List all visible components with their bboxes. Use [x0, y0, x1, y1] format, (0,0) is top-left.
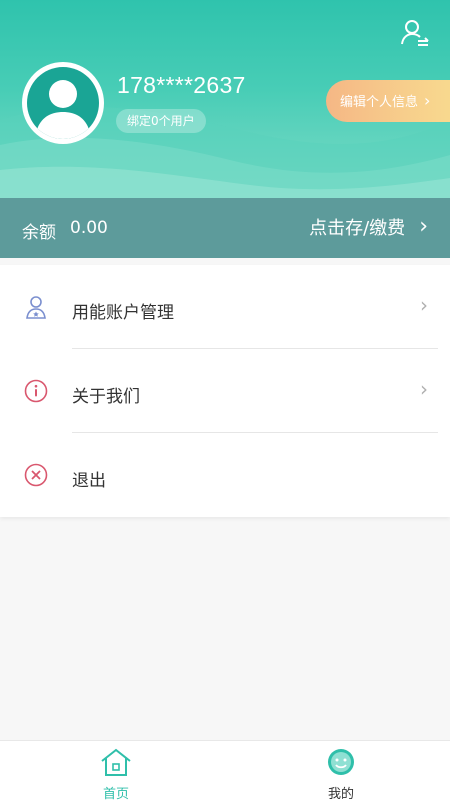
- chevron-right-icon: ›: [419, 214, 428, 239]
- bottom-tab-bar: 首页 我的: [0, 740, 450, 800]
- recharge-label: 点击存/缴费: [309, 218, 406, 239]
- menu-item-label: 退出: [72, 471, 106, 491]
- switch-user-icon[interactable]: [400, 18, 430, 48]
- user-account-icon: [24, 295, 48, 319]
- recharge-button[interactable]: 点击存/缴费 ›: [309, 214, 428, 240]
- avatar[interactable]: [22, 62, 104, 144]
- tab-home[interactable]: 首页: [76, 747, 156, 800]
- smiley-icon: [326, 749, 356, 781]
- balance-value: 0.00: [70, 218, 108, 238]
- menu-list: 用能账户管理 › 关于我们 › 退出: [0, 265, 450, 517]
- tab-mine[interactable]: 我的: [301, 747, 381, 800]
- chevron-right-icon: ›: [424, 91, 431, 110]
- avatar-person-icon: [35, 80, 91, 139]
- chevron-right-icon: ›: [420, 293, 428, 317]
- menu-item-account-management[interactable]: 用能账户管理 ›: [0, 265, 450, 349]
- edit-profile-label: 编辑个人信息: [340, 95, 419, 110]
- menu-item-logout[interactable]: 退出: [0, 433, 450, 517]
- profile-header: 178****2637 绑定0个用户 编辑个人信息 ›: [0, 0, 450, 200]
- menu-item-label: 用能账户管理: [72, 303, 174, 323]
- balance-label: 余额: [22, 223, 56, 243]
- tab-label: 我的: [327, 787, 354, 800]
- avatar-image: [27, 67, 99, 139]
- edit-profile-button[interactable]: 编辑个人信息 ›: [326, 80, 450, 122]
- balance-bar: 余额 0.00 点击存/缴费 ›: [0, 198, 450, 258]
- chevron-right-icon: ›: [420, 377, 428, 401]
- profile-screen: 178****2637 绑定0个用户 编辑个人信息 › 余额 0.00 点击存/缴…: [0, 0, 450, 800]
- bound-users-badge: 绑定0个用户: [116, 109, 206, 133]
- info-icon: [24, 379, 48, 403]
- close-circle-icon: [24, 463, 48, 487]
- tab-label: 首页: [102, 787, 129, 800]
- phone-number: 178****2637: [117, 72, 246, 98]
- menu-item-about-us[interactable]: 关于我们 ›: [0, 349, 450, 433]
- menu-item-label: 关于我们: [72, 387, 140, 407]
- home-icon: [99, 748, 133, 781]
